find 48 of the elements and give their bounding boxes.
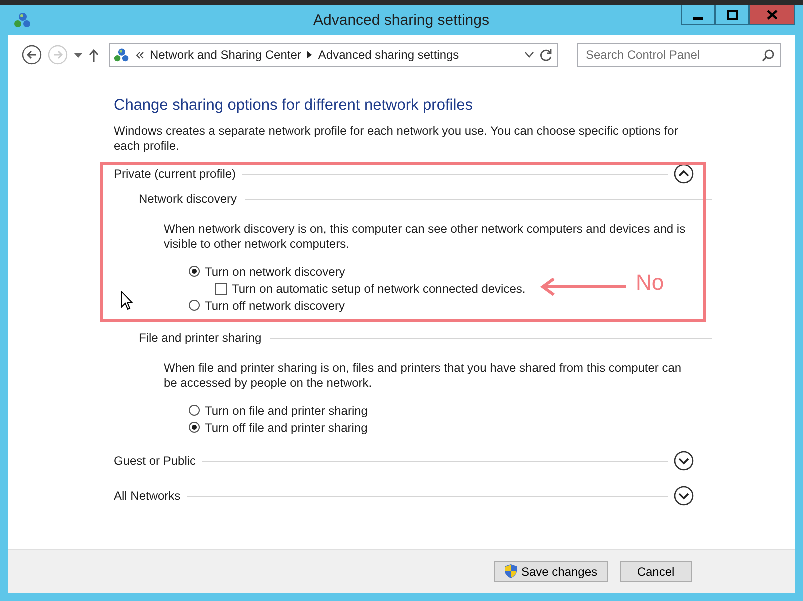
window-title: Advanced sharing settings bbox=[314, 12, 490, 28]
double-chevron-icon bbox=[136, 52, 144, 58]
page-heading: Change sharing options for different network profiles bbox=[114, 97, 474, 115]
save-button[interactable]: Save changes bbox=[494, 561, 608, 582]
intro-text: Windows creates a separate network profile for each network you use. You can choose specific options for each profile. bbox=[114, 124, 680, 154]
collapse-button[interactable] bbox=[674, 164, 694, 184]
radio-button[interactable] bbox=[189, 422, 200, 433]
section-description: When network discovery is on, this computer can see other network computers and devices and is visible to other network computers. bbox=[163, 222, 687, 252]
annotation-text: No bbox=[636, 270, 664, 296]
radio-button[interactable] bbox=[189, 266, 200, 277]
section-title: Network discovery bbox=[139, 192, 238, 206]
up-arrow-icon[interactable] bbox=[89, 48, 99, 62]
checkbox[interactable] bbox=[215, 282, 227, 294]
profile-label: Guest or Public bbox=[114, 454, 196, 468]
section-title: File and printer sharing bbox=[139, 331, 262, 345]
network-icon bbox=[114, 47, 130, 63]
dropdown-icon[interactable] bbox=[74, 52, 83, 58]
chevron-down-icon[interactable] bbox=[525, 52, 534, 58]
search-field[interactable]: Search Control Panel bbox=[577, 43, 781, 67]
expand-button[interactable] bbox=[674, 486, 694, 506]
radio-button[interactable] bbox=[189, 300, 200, 311]
breadcrumb-link[interactable]: Network and Sharing Center bbox=[150, 48, 302, 62]
option-label: Turn off file and printer sharing bbox=[205, 420, 368, 434]
close-icon bbox=[766, 10, 778, 20]
section-description: When file and printer sharing is on, files and printers that you have shared from this computer can be accessed by people on the network. bbox=[163, 361, 683, 391]
option-label: Turn on automatic setup of network connected devices. bbox=[232, 282, 526, 296]
minimize-icon bbox=[693, 16, 703, 20]
network-icon bbox=[14, 11, 32, 29]
mouse-cursor-icon bbox=[121, 291, 133, 311]
minimize-button[interactable] bbox=[681, 5, 715, 25]
profile-label: Private (current profile) bbox=[114, 167, 236, 181]
search-icon[interactable] bbox=[762, 49, 775, 62]
option-label: Turn on file and printer sharing bbox=[205, 404, 368, 418]
maximize-button[interactable] bbox=[715, 5, 749, 25]
maximize-icon bbox=[726, 10, 738, 20]
shield-icon bbox=[504, 564, 518, 579]
radio-button[interactable] bbox=[189, 405, 200, 416]
address-bar[interactable]: Network and Sharing Center Advanced sharing settings bbox=[109, 43, 558, 67]
back-button[interactable] bbox=[22, 45, 42, 65]
breadcrumb-link[interactable]: Advanced sharing settings bbox=[318, 48, 460, 62]
refresh-icon[interactable] bbox=[540, 48, 553, 62]
close-button[interactable] bbox=[749, 5, 795, 25]
profile-label: All Networks bbox=[114, 489, 181, 503]
cancel-button[interactable]: Cancel bbox=[620, 561, 692, 582]
expand-button[interactable] bbox=[674, 451, 694, 471]
option-label: Turn on network discovery bbox=[205, 264, 346, 278]
option-label: Turn off network discovery bbox=[205, 298, 346, 312]
chevron-right-icon bbox=[307, 51, 312, 59]
